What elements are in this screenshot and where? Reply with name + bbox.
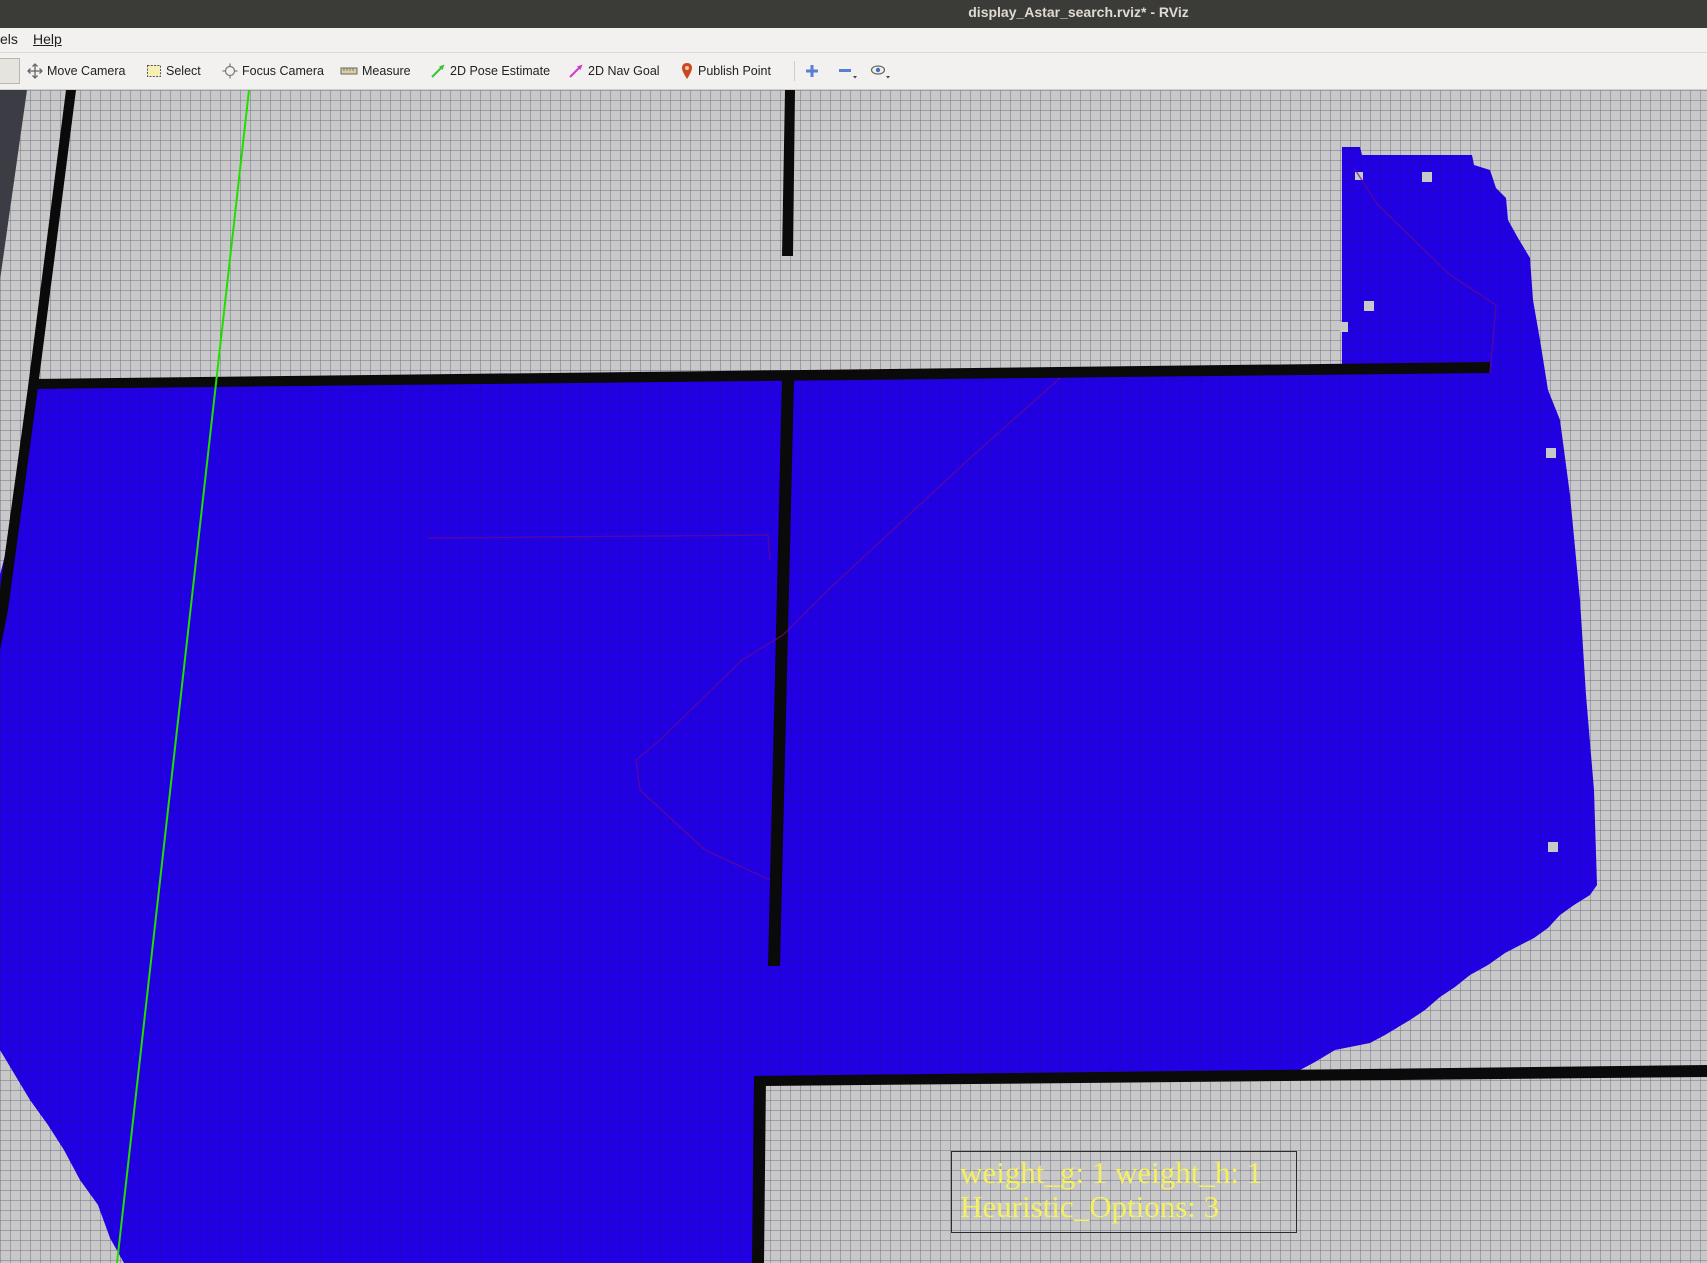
focus-camera-button[interactable]: Focus Camera	[218, 59, 328, 83]
menu-bar: els Help	[0, 28, 1707, 53]
measure-button[interactable]: Measure	[336, 59, 415, 83]
measure-icon	[340, 67, 358, 75]
remove-tool-button[interactable]	[833, 59, 863, 83]
2d-pose-estimate-button[interactable]: 2D Pose Estimate	[426, 59, 554, 83]
weights-text: weight_g: 1 weight_h: 1	[960, 1155, 1263, 1190]
title-bar: display_Astar_search.rviz* - RViz	[0, 0, 1707, 28]
select-icon	[147, 65, 161, 77]
menu-help[interactable]: Help	[33, 31, 62, 47]
focus-camera-icon	[222, 63, 238, 79]
move-camera-icon	[27, 63, 43, 79]
render-viewport[interactable]: weight_g: 1 weight_h: 1 Heuristic_Option…	[0, 90, 1707, 1263]
select-label: Select	[166, 64, 201, 78]
focus-camera-label: Focus Camera	[242, 64, 324, 78]
measure-label: Measure	[362, 64, 411, 78]
nav-goal-icon	[569, 64, 583, 78]
add-tool-button[interactable]	[800, 59, 824, 83]
camera-type-button[interactable]	[866, 59, 896, 83]
select-button[interactable]: Select	[142, 59, 205, 83]
publish-point-label: Publish Point	[698, 64, 771, 78]
toolbar-separator	[794, 61, 795, 81]
publish-point-button[interactable]: Publish Point	[676, 59, 775, 83]
remove-tool-icon	[839, 69, 857, 79]
publish-point-icon	[682, 63, 692, 79]
menu-panels[interactable]: els	[0, 31, 18, 47]
add-tool-icon	[806, 65, 818, 77]
window-title: display_Astar_search.rviz* - RViz	[968, 4, 1189, 20]
2d-nav-goal-button[interactable]: 2D Nav Goal	[564, 59, 664, 83]
move-camera-label: Move Camera	[47, 64, 126, 78]
heuristic-text: Heuristic_Options: 3	[960, 1189, 1220, 1224]
pose-estimate-icon	[431, 64, 445, 78]
occupancy-grid-view	[0, 90, 1707, 1263]
2d-pose-estimate-label: 2D Pose Estimate	[450, 64, 551, 78]
planner-info-overlay: weight_g: 1 weight_h: 1 Heuristic_Option…	[951, 1151, 1297, 1233]
camera-type-icon	[870, 65, 890, 79]
move-camera-button[interactable]: Move Camera	[23, 59, 130, 83]
interact-tool-button[interactable]	[0, 58, 20, 84]
tools-toolbar: Move Camera Select Focus Camera Measure …	[0, 53, 1707, 90]
2d-nav-goal-label: 2D Nav Goal	[588, 64, 660, 78]
